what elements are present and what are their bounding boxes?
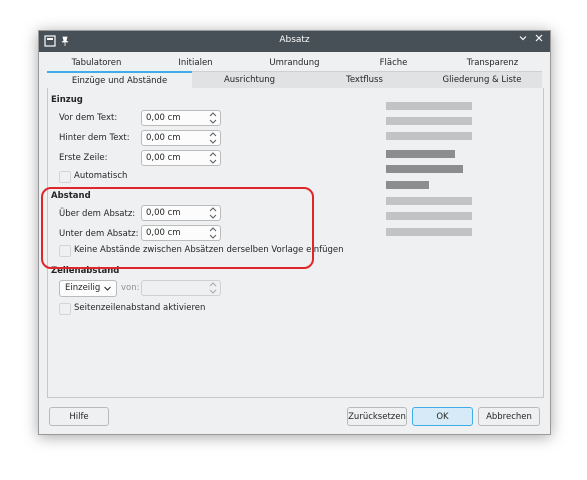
erste-zeile-label: Erste Zeile:: [59, 153, 108, 163]
vor-dem-text-label: Vor dem Text:: [59, 113, 118, 123]
erste-zeile-value: 0,00 cm: [146, 153, 181, 163]
tab-flaeche[interactable]: Fläche: [344, 56, 443, 70]
von-spinner[interactable]: [141, 280, 221, 296]
seitenzeilenabstand-label: Seitenzeilenabstand aktivieren: [74, 303, 206, 313]
zeilenabstand-select[interactable]: Einzeilig: [59, 280, 117, 297]
zuruecksetzen-button[interactable]: Zurücksetzen: [347, 407, 407, 426]
preview-line: [386, 132, 472, 140]
hilfe-button[interactable]: Hilfe: [49, 407, 109, 426]
preview-line: [386, 102, 472, 110]
spinner-arrows-icon[interactable]: [209, 281, 217, 295]
tab-einzuege-und-abstaende[interactable]: Einzüge und Abstände: [47, 71, 192, 89]
hinter-dem-text-label: Hinter dem Text:: [59, 133, 130, 143]
close-icon[interactable]: [532, 33, 546, 49]
chevron-down-icon[interactable]: [516, 33, 530, 49]
vor-dem-text-spinner[interactable]: 0,00 cm: [141, 110, 221, 126]
tab-row-top: Tabulatoren Initialen Umrandung Fläche T…: [47, 56, 542, 70]
tab-transparenz[interactable]: Transparenz: [443, 56, 542, 70]
preview-line-current: [386, 150, 455, 158]
spinner-arrows-icon[interactable]: [209, 131, 217, 145]
vor-dem-text-value: 0,00 cm: [146, 113, 181, 123]
abstand-highlight-annotation: [41, 187, 314, 269]
preview-line: [386, 228, 472, 236]
automatisch-checkbox[interactable]: [59, 171, 71, 183]
tab-ausrichtung[interactable]: Ausrichtung: [192, 71, 307, 88]
abbrechen-button[interactable]: Abbrechen: [478, 407, 540, 426]
title-bar: Absatz: [39, 31, 550, 52]
chevron-down-icon: [104, 286, 111, 291]
tab-gliederung-und-liste[interactable]: Gliederung & Liste: [422, 71, 542, 88]
spinner-arrows-icon[interactable]: [209, 151, 217, 165]
spinner-arrows-icon[interactable]: [209, 111, 217, 125]
einzug-heading: Einzug: [51, 95, 83, 105]
tab-textfluss[interactable]: Textfluss: [307, 71, 422, 88]
seitenzeilenabstand-checkbox[interactable]: [59, 303, 71, 315]
preview-line-current: [386, 181, 429, 189]
ok-button[interactable]: OK: [412, 407, 473, 426]
preview-line: [386, 117, 472, 125]
tab-umrandung[interactable]: Umrandung: [245, 56, 344, 70]
tab-tabulatoren[interactable]: Tabulatoren: [47, 56, 146, 70]
preview-line-current: [386, 165, 463, 173]
zeilenabstand-select-value: Einzeilig: [65, 283, 101, 293]
hinter-dem-text-spinner[interactable]: 0,00 cm: [141, 130, 221, 146]
hinter-dem-text-value: 0,00 cm: [146, 133, 181, 143]
automatisch-label: Automatisch: [74, 171, 128, 181]
von-label: von:: [121, 283, 140, 293]
preview-line: [386, 197, 472, 205]
tab-initialen[interactable]: Initialen: [146, 56, 245, 70]
tab-row-bottom: Einzüge und Abstände Ausrichtung Textflu…: [47, 71, 542, 89]
erste-zeile-spinner[interactable]: 0,00 cm: [141, 150, 221, 166]
preview-line: [386, 212, 472, 220]
window-title: Absatz: [279, 35, 310, 45]
